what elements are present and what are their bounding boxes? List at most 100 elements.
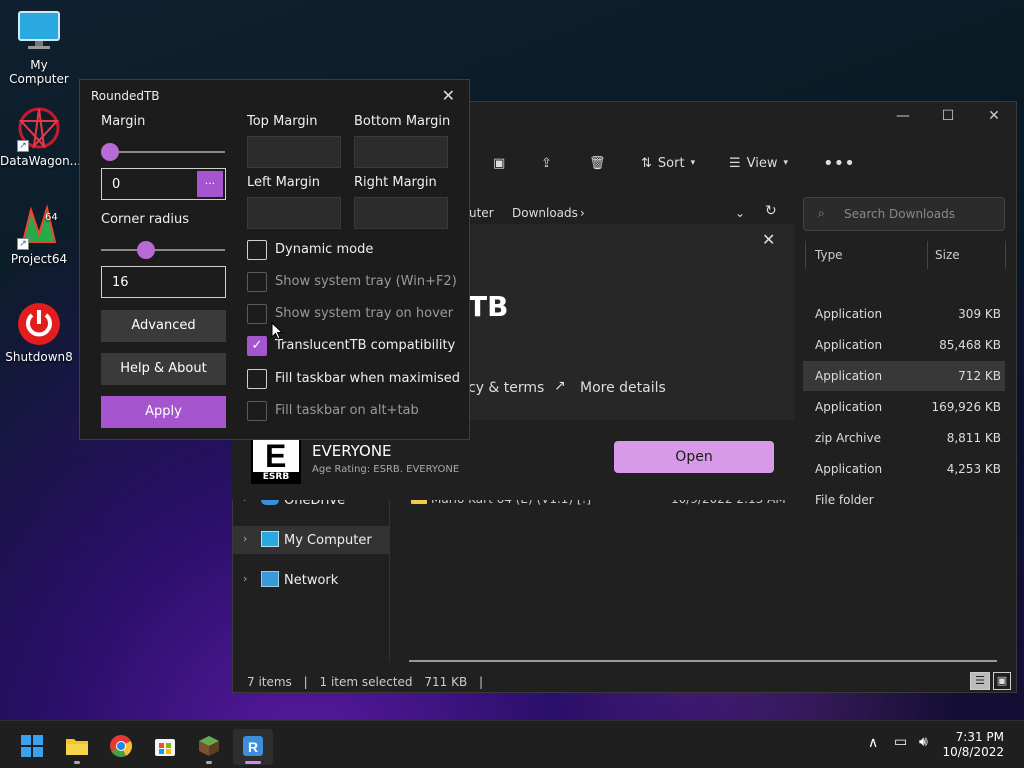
maximize-icon[interactable]: ☐: [936, 108, 960, 128]
chevron-right-icon[interactable]: ›: [243, 532, 247, 545]
corner-radius-field[interactable]: 16: [101, 266, 226, 298]
margin-more-button[interactable]: ...: [197, 171, 223, 197]
table-row[interactable]: File folder: [803, 485, 1005, 515]
start-button[interactable]: [12, 729, 52, 765]
sort-button[interactable]: ⇅ Sort ▾: [641, 150, 695, 176]
status-divider: |: [303, 675, 308, 689]
checkbox[interactable]: [247, 369, 267, 389]
network-icon[interactable]: ▭: [894, 734, 907, 750]
privacy-terms-link[interactable]: cy & terms: [468, 380, 544, 396]
view-button[interactable]: ☰ View ▾: [729, 150, 788, 176]
view-icon: ☰: [729, 155, 741, 171]
file-type: Application: [815, 462, 883, 476]
chevron-up-icon[interactable]: ∧: [868, 735, 878, 751]
minecraft-icon: [199, 736, 219, 756]
chevron-down-icon: ▾: [690, 158, 696, 168]
breadcrumb-downloads[interactable]: Downloads: [512, 206, 578, 220]
volume-icon[interactable]: 🔊︎: [919, 734, 928, 750]
help-about-button[interactable]: Help & About: [101, 353, 226, 385]
top-margin-label: Top Margin: [247, 114, 318, 129]
close-icon[interactable]: ✕: [982, 108, 1006, 128]
top-margin-field[interactable]: [247, 136, 341, 168]
apply-label: Apply: [145, 404, 182, 419]
minimize-icon[interactable]: —: [891, 108, 915, 128]
open-button[interactable]: Open: [614, 441, 774, 473]
checkbox-label: Show system tray on hover: [275, 306, 454, 321]
rename-icon[interactable]: ▣: [493, 150, 505, 176]
taskbar-store[interactable]: [145, 729, 185, 765]
file-type: Application: [815, 400, 883, 414]
search-placeholder: Search Downloads: [844, 207, 955, 221]
desktop-icon-label: DataWagon...: [0, 154, 82, 168]
desktop-icon-label: Shutdown8: [5, 350, 73, 364]
sort-label: Sort: [657, 155, 685, 171]
view-label: View: [746, 155, 778, 171]
column-header-type[interactable]: Type: [815, 248, 843, 262]
corner-radius-slider-thumb[interactable]: [137, 241, 155, 259]
chevron-right-icon[interactable]: ›: [243, 572, 247, 585]
taskbar-chrome[interactable]: [101, 729, 141, 765]
refresh-icon[interactable]: ↻: [765, 203, 777, 219]
margin-slider[interactable]: [101, 151, 225, 153]
breadcrumb-part[interactable]: uter: [469, 206, 494, 220]
sidebar-item-network[interactable]: › Network: [233, 566, 389, 594]
svg-text:R: R: [248, 739, 258, 755]
rating-title: EVERYONE: [312, 442, 392, 460]
bottom-margin-field[interactable]: [354, 136, 448, 168]
share-icon[interactable]: ⇪: [541, 150, 552, 176]
checkbox[interactable]: [247, 401, 267, 421]
search-input[interactable]: ⌕ Search Downloads: [803, 197, 1005, 231]
ellipsis-label: ...: [204, 174, 216, 187]
chevron-down-icon[interactable]: ⌄: [735, 206, 745, 220]
column-separator: [927, 241, 928, 269]
margin-slider-thumb[interactable]: [101, 143, 119, 161]
close-icon[interactable]: ✕: [762, 230, 775, 249]
table-row-selected[interactable]: Application 712 KB: [803, 361, 1005, 391]
taskbar-roundedtb[interactable]: R: [233, 729, 273, 765]
chrome-icon: [110, 735, 133, 757]
running-indicator: [74, 761, 80, 764]
desktop-icon-project64[interactable]: 64 ↗ Project64: [0, 204, 78, 266]
desktop-icon-my-computer[interactable]: My Computer: [0, 10, 78, 86]
taskbar-file-explorer[interactable]: [57, 729, 97, 765]
table-row[interactable]: zip Archive 8,811 KB: [803, 423, 1005, 453]
close-icon[interactable]: ✕: [442, 86, 455, 105]
checkbox-label: Show system tray (Win+F2): [275, 274, 457, 289]
file-type: Application: [815, 369, 883, 383]
column-header-size[interactable]: Size: [935, 248, 960, 262]
file-size: 8,811 KB: [946, 431, 1001, 445]
sidebar-item-my-computer[interactable]: › My Computer: [233, 526, 389, 554]
delete-icon[interactable]: 🗑: [589, 150, 606, 176]
clock[interactable]: 7:31 PM 10/8/2022: [942, 730, 1004, 760]
table-row[interactable]: Application 169,926 KB: [803, 392, 1005, 422]
checkbox[interactable]: [247, 240, 267, 260]
monitor-icon: [261, 531, 279, 547]
help-about-label: Help & About: [120, 361, 207, 376]
left-margin-label: Left Margin: [247, 175, 320, 190]
more-options-icon[interactable]: •••: [823, 150, 855, 176]
file-type: Application: [815, 307, 883, 321]
advanced-button[interactable]: Advanced: [101, 310, 226, 342]
desktop-icon-datawagon[interactable]: ↗ DataWagon...: [0, 106, 82, 168]
checkbox[interactable]: [247, 272, 267, 292]
apply-button[interactable]: Apply: [101, 396, 226, 428]
checkbox[interactable]: [247, 304, 267, 324]
right-margin-field[interactable]: [354, 197, 448, 229]
file-size: 85,468 KB: [939, 338, 1001, 352]
more-details-link[interactable]: More details: [580, 380, 666, 396]
details-view-icon[interactable]: ☰: [970, 672, 990, 690]
window-title: RoundedTB: [91, 89, 160, 103]
corner-radius-slider[interactable]: [101, 249, 225, 251]
desktop-icon-shutdown8[interactable]: Shutdown8: [0, 302, 78, 364]
table-row[interactable]: Application 4,253 KB: [803, 454, 1005, 484]
esrb-rating-icon: E ESRB: [251, 438, 301, 484]
file-type: Application: [815, 338, 883, 352]
table-row[interactable]: Application 309 KB: [803, 299, 1005, 329]
open-button-label: Open: [675, 449, 713, 465]
table-row[interactable]: Application 85,468 KB: [803, 330, 1005, 360]
tiles-view-icon[interactable]: ▣: [993, 672, 1011, 690]
horizontal-scrollbar[interactable]: [409, 660, 997, 662]
left-margin-field[interactable]: [247, 197, 341, 229]
taskbar-minecraft[interactable]: [189, 729, 229, 765]
checkmark-icon[interactable]: ✓: [247, 336, 267, 356]
